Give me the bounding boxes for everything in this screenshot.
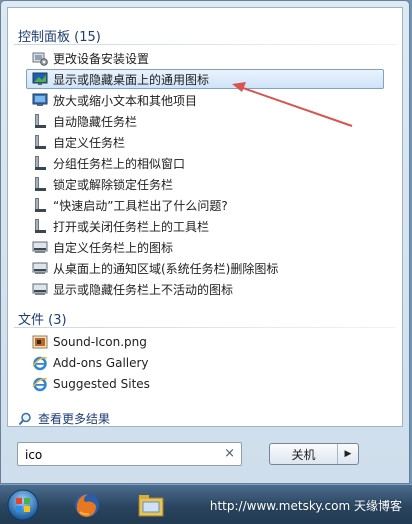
start-button[interactable] [6, 488, 40, 522]
result-item-desktop-icons[interactable]: 显示或隐藏桌面上的通用图标 [26, 69, 384, 89]
search-box[interactable]: × [17, 442, 242, 466]
result-item-remove-notification-icons[interactable]: 从桌面上的通知区域(系统任务栏)删除图标 [26, 258, 384, 278]
result-item-label: 自定义任务栏上的图标 [53, 240, 174, 255]
notification-icon [32, 281, 48, 297]
result-item-label: 锁定或解除锁定任务栏 [53, 177, 174, 192]
clear-search-icon[interactable]: × [224, 446, 235, 461]
result-item-inactive-icons[interactable]: 显示或隐藏任务栏上不活动的图标 [26, 279, 384, 299]
result-item-label: Sound-Icon.png [53, 335, 147, 349]
result-item-lock-taskbar[interactable]: 锁定或解除锁定任务栏 [26, 174, 384, 194]
folder-icon [138, 495, 164, 517]
taskbar-icon [32, 176, 48, 192]
group-divider [14, 44, 396, 45]
result-item-quick-launch[interactable]: “快速启动”工具栏出了什么问题? [26, 195, 384, 215]
taskbar-icon [32, 197, 48, 213]
image-file-icon [32, 334, 48, 350]
search-icon [18, 412, 32, 426]
result-item-label: 打开或关闭任务栏上的工具栏 [53, 219, 210, 234]
result-item-sound-icon-png[interactable]: Sound-Icon.png [26, 332, 384, 352]
result-item-text-size[interactable]: 放大或缩小文本和其他项目 [26, 90, 384, 110]
taskbar-icon [32, 155, 48, 171]
taskbar-icon [32, 113, 48, 129]
firefox-icon [75, 493, 99, 517]
display-icon [32, 92, 48, 108]
search-input[interactable] [23, 444, 217, 466]
result-item-device-install-settings[interactable]: 更改设备安装设置 [26, 48, 384, 68]
result-item-label: “快速启动”工具栏出了什么问题? [53, 198, 228, 213]
start-menu: 控制面板 (15) 更改设备安装设置 显示或隐藏桌面上的通用图标 放大或缩小文本… [0, 0, 410, 484]
notification-icon [32, 260, 48, 276]
result-item-customize-taskbar-icons[interactable]: 自定义任务栏上的图标 [26, 237, 384, 257]
result-item-group-windows[interactable]: 分组任务栏上的相似窗口 [26, 153, 384, 173]
result-item-label: Suggested Sites [53, 377, 150, 391]
result-item-label: 从桌面上的通知区域(系统任务栏)删除图标 [53, 261, 279, 276]
files-group-header[interactable]: 文件 (3) [18, 309, 67, 328]
result-item-label: 自动隐藏任务栏 [53, 114, 138, 129]
search-results-panel: 控制面板 (15) 更改设备安装设置 显示或隐藏桌面上的通用图标 放大或缩小文本… [7, 7, 403, 427]
control-panel-group-header[interactable]: 控制面板 (15) [18, 26, 101, 45]
shutdown-button[interactable]: 关机 [270, 444, 338, 464]
windows-orb-icon [7, 489, 39, 521]
result-item-label: Add-ons Gallery [53, 356, 149, 370]
result-item-label: 放大或缩小文本和其他项目 [53, 93, 198, 108]
result-item-label: 分组任务栏上的相似窗口 [53, 156, 186, 171]
explorer-taskbar-button[interactable] [134, 488, 168, 522]
result-item-add-ons-gallery[interactable]: Add-ons Gallery [26, 353, 384, 373]
result-item-auto-hide-taskbar[interactable]: 自动隐藏任务栏 [26, 111, 384, 131]
see-more-results-label: 查看更多结果 [38, 412, 111, 426]
device-settings-icon [32, 50, 48, 66]
result-item-label: 显示或隐藏任务栏上不活动的图标 [53, 282, 234, 297]
taskbar-icon [32, 134, 48, 150]
result-item-customize-taskbar[interactable]: 自定义任务栏 [26, 132, 384, 152]
internet-explorer-icon [32, 376, 48, 392]
internet-explorer-icon [32, 355, 48, 371]
taskbar: http://www.metsky.com 天缘博客 [0, 484, 412, 524]
group-divider [14, 327, 396, 328]
desktop-icon [32, 71, 48, 87]
watermark-text: http://www.metsky.com 天缘博客 [209, 499, 402, 513]
result-item-label: 更改设备安装设置 [53, 51, 150, 66]
shutdown-button-group: 关机 ▶ [269, 443, 359, 465]
taskbar-icon [32, 218, 48, 234]
result-item-label: 自定义任务栏 [53, 135, 126, 150]
result-item-toolbars[interactable]: 打开或关闭任务栏上的工具栏 [26, 216, 384, 236]
result-item-suggested-sites[interactable]: Suggested Sites [26, 374, 384, 394]
notification-icon [32, 239, 48, 255]
result-item-label: 显示或隐藏桌面上的通用图标 [53, 72, 210, 87]
see-more-results-link[interactable]: 查看更多结果 [18, 410, 111, 426]
shutdown-options-arrow-icon[interactable]: ▶ [338, 444, 358, 464]
firefox-taskbar-button[interactable] [70, 488, 104, 522]
